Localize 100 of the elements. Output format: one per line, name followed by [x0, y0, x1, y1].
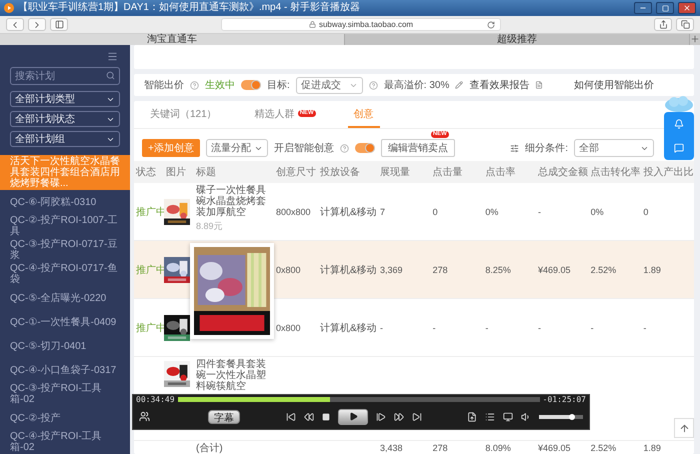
goal-label: 目标:: [267, 78, 290, 92]
back-to-top-button[interactable]: [674, 418, 694, 438]
plan-item[interactable]: QC-③-投产ROI-工具箱-02: [0, 382, 130, 406]
close-button[interactable]: [678, 2, 696, 14]
search-icon: [106, 71, 115, 80]
smart-creative-label: 开启智能创意: [274, 142, 334, 155]
chat-icon[interactable]: [674, 143, 684, 153]
filter-dropdown[interactable]: 全部计划类型: [10, 91, 120, 107]
address-bar[interactable]: subway.simba.taobao.com: [221, 18, 501, 31]
table-cell-text: 0%: [590, 206, 605, 216]
edit-selling-points-button[interactable]: 编辑营销卖点: [380, 139, 455, 157]
help-icon: [340, 144, 349, 152]
close-icon: [683, 4, 691, 12]
plan-item[interactable]: QC-②-投产ROI-1007-工具: [0, 214, 130, 238]
table-cell-text: ¥469.05: [537, 443, 572, 453]
volume-slider[interactable]: [539, 414, 583, 418]
browser-tab[interactable]: 超级推荐: [345, 34, 690, 45]
share-icon: [658, 20, 668, 29]
previous-icon[interactable]: [286, 412, 296, 422]
edit-icon[interactable]: [455, 81, 464, 89]
sidebar-icon: [54, 20, 64, 29]
menu-icon[interactable]: [107, 50, 118, 62]
column-header: 点击量: [432, 166, 464, 179]
table-cell-text: 1.89: [642, 264, 662, 274]
browser-tab[interactable]: 淘宝直通车: [0, 34, 345, 45]
screen-icon[interactable]: [503, 412, 513, 422]
tabs-button[interactable]: [676, 18, 694, 31]
product-title: 碟子一次性餐具碗水晶盘烧烤套装加厚航空: [196, 185, 267, 218]
table-cell-text: 0: [432, 206, 439, 216]
table-cell-text: ¥469.05: [537, 264, 572, 274]
table-cell-text: 800x800: [275, 206, 312, 216]
column-header: 状态: [135, 166, 157, 179]
tab[interactable]: 关键词（121）: [144, 101, 223, 128]
table-cell-text: 278: [432, 264, 449, 274]
filter-label: 细分条件:: [525, 142, 568, 155]
table-cell-text: 8.25%: [484, 264, 512, 274]
share-button[interactable]: [654, 18, 672, 31]
playlist-icon[interactable]: [485, 412, 495, 422]
search-field[interactable]: 搜索计划: [10, 67, 120, 86]
minimize-button[interactable]: [634, 2, 652, 14]
progress-track[interactable]: [178, 397, 540, 402]
reload-icon[interactable]: [487, 20, 495, 28]
bell-icon[interactable]: [674, 119, 684, 129]
column-header: 展现量: [379, 166, 411, 179]
toggle-switch[interactable]: [354, 143, 375, 153]
plan-item[interactable]: QC-⑤-切刀-0401: [0, 334, 130, 358]
help-link[interactable]: 如何使用智能出价: [574, 78, 654, 92]
column-header: 点击转化率: [590, 166, 642, 179]
traffic-dropdown[interactable]: 流量分配: [206, 139, 268, 157]
plan-item[interactable]: QC-①-一次性餐具-0409: [0, 310, 130, 334]
volume-icon[interactable]: [521, 412, 531, 422]
column-header: 总成交金额: [537, 166, 589, 179]
table-cell-text: 8.09%: [484, 443, 512, 453]
goal-dropdown[interactable]: 促进成交: [296, 76, 363, 94]
forward-button[interactable]: [28, 18, 46, 31]
plan-item[interactable]: QC-④-投产ROI-工具箱-02: [0, 430, 130, 454]
sidebar-button[interactable]: [50, 18, 68, 31]
filter-dropdown[interactable]: 全部: [574, 139, 654, 157]
table-cell-text: 计算机&移动: [319, 322, 378, 334]
table-cell-text: 3,369: [379, 264, 404, 274]
max-premium-text: 最高溢价: 30%: [384, 78, 450, 92]
price-text: 8.89元: [196, 220, 224, 233]
open-file-icon[interactable]: [467, 412, 477, 422]
step-forward-icon[interactable]: [376, 412, 386, 422]
stop-icon[interactable]: [322, 412, 330, 420]
next-icon[interactable]: [412, 412, 422, 422]
plan-item[interactable]: QC-⑤-全店曝光-0220: [0, 286, 130, 310]
table-cell-text: -: [537, 322, 542, 332]
new-tab-icon[interactable]: [690, 34, 700, 44]
remaining-time: -01:25:07: [542, 395, 586, 404]
play-button[interactable]: [338, 408, 368, 424]
maximize-icon: [662, 4, 668, 12]
app-logo-icon: [4, 3, 14, 13]
help-icon: [368, 80, 378, 90]
table-cell-text: 计算机&移动: [319, 264, 378, 276]
total-label: (合计): [195, 442, 224, 454]
filter-dropdown[interactable]: 全部计划状态: [10, 111, 120, 127]
back-button[interactable]: [6, 18, 24, 31]
subtitle-button[interactable]: 字幕: [208, 410, 240, 424]
maximize-button[interactable]: [656, 2, 674, 14]
plan-item[interactable]: QC-⑥-阿胶糕-0310: [0, 190, 130, 214]
column-header: 创意尺寸: [275, 166, 317, 179]
plan-item[interactable]: QC-③-投产ROI-0717-豆浆: [0, 238, 130, 262]
plan-item[interactable]: QC-④-投产ROI-0717-鱼袋: [0, 262, 130, 286]
help-icon: [190, 80, 199, 90]
rewind-icon[interactable]: [304, 412, 314, 422]
report-link[interactable]: 查看效果报告: [469, 78, 530, 92]
filter-dropdown[interactable]: 全部计划组: [10, 131, 120, 147]
toggle-switch[interactable]: [241, 80, 261, 90]
column-header: 图片: [165, 166, 187, 179]
users-icon[interactable]: [139, 411, 150, 422]
plan-item[interactable]: QC-④-小口鱼袋子-0317: [0, 358, 130, 382]
report-icon: [535, 81, 544, 89]
table-cell-text: 1.89: [642, 443, 662, 453]
plan-item[interactable]: QC-②-投产: [0, 406, 130, 430]
column-header: 投入产出比: [642, 166, 694, 179]
table-cell-text: 278: [432, 443, 449, 453]
fast-forward-icon[interactable]: [394, 412, 404, 422]
table-cell-text: -: [590, 322, 595, 332]
window-title: 【职业车手训练营1期】DAY1：如何使用直通车测款》.mp4 - 射手影音播放器: [18, 0, 362, 15]
